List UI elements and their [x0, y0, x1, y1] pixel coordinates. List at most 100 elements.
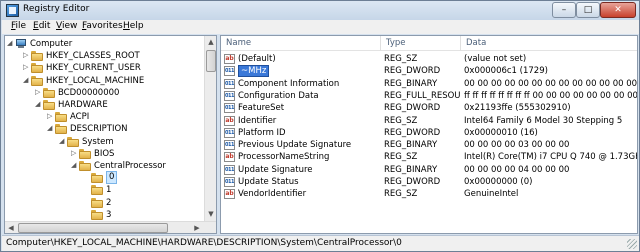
tree-node[interactable]: ▷ BCD00000000: [5, 87, 205, 99]
menu-edit[interactable]: Edit: [33, 21, 50, 31]
value-name-text: FeatureSet: [238, 103, 285, 114]
value-name-text: (Default): [238, 54, 276, 64]
rename-field[interactable]: ~MHz: [238, 65, 270, 78]
tree-node-label: 0: [106, 171, 118, 185]
value-row[interactable]: 011 Previous Update Signature REG_BINARY 00…: [221, 139, 637, 151]
tree-node[interactable]: ◢ CentralProcessor: [5, 160, 205, 172]
window-title: Registry Editor: [23, 4, 90, 14]
value-name[interactable]: ~MHz: [238, 65, 380, 78]
value-name-text: Update Signature: [238, 164, 313, 175]
collapse-arrow-icon[interactable]: ◢: [47, 125, 54, 132]
tree-node[interactable]: ◢ System: [5, 136, 205, 148]
title-bar[interactable]: Registry Editor – □ ✕: [1, 1, 639, 20]
value-row[interactable]: ab VendorIdentifier REG_SZ GenuineIntel: [221, 188, 637, 200]
resize-grip-icon[interactable]: [627, 239, 637, 249]
expand-arrow-icon[interactable]: ▷: [47, 113, 54, 120]
value-data: 00 00 00 00 04 00 00 00: [464, 164, 570, 175]
menu-view[interactable]: View: [56, 21, 77, 31]
value-name: Update Status: [238, 176, 380, 188]
tree-node[interactable]: ▷ HKEY_CLASSES_ROOT: [5, 50, 205, 62]
tree-node[interactable]: 3: [5, 209, 205, 221]
tree-node[interactable]: 0: [5, 171, 205, 185]
value-type: REG_SZ: [384, 115, 418, 126]
tree-node[interactable]: ◢ HARDWARE: [5, 99, 205, 111]
value-row[interactable]: 011 ~MHz REG_DWORD 0x000006c1 (1729): [221, 65, 637, 78]
maximize-button[interactable]: □: [576, 2, 600, 18]
folder-icon: [31, 63, 43, 74]
expand-arrow-icon[interactable]: ▷: [23, 52, 30, 59]
scroll-thumb-horizontal[interactable]: [18, 223, 168, 233]
value-row[interactable]: ab (Default) REG_SZ (value not set): [221, 53, 637, 65]
value-type: REG_BINARY: [384, 140, 438, 151]
scroll-down-icon[interactable]: ▼: [205, 208, 216, 220]
menu-help[interactable]: Help: [123, 21, 144, 31]
value-row[interactable]: 011 Update Status REG_DWORD 0x00000000 (0): [221, 176, 637, 188]
key-tree-pane[interactable]: ◢ Computer ▷ HKEY_CLASSES_ROOT ▷ HKEY_CURRENT…: [4, 35, 217, 234]
scroll-up-icon[interactable]: ▲: [205, 36, 216, 48]
tree-node-label: HARDWARE: [58, 100, 108, 110]
tree-node-label: HKEY_LOCAL_MACHINE: [46, 75, 145, 86]
value-type: REG_FULL_RESOU...: [384, 90, 460, 101]
tree-node[interactable]: 2: [5, 197, 205, 209]
value-data: 0x00000010 (16): [464, 127, 538, 138]
value-type: REG_SZ: [384, 54, 418, 64]
column-header-data[interactable]: Data: [461, 36, 637, 51]
value-row[interactable]: ab Identifier REG_SZ Intel64 Family 6 Model…: [221, 115, 637, 127]
column-header-type[interactable]: Type: [381, 36, 461, 51]
value-row[interactable]: 011 Component Information REG_BINARY 00 00 …: [221, 78, 638, 90]
expand-arrow-icon[interactable]: ▷: [23, 64, 30, 71]
scroll-thumb[interactable]: [206, 50, 216, 72]
value-row[interactable]: ab ProcessorNameString REG_SZ Intel(R) Core…: [221, 151, 638, 163]
binary-value-icon: 011: [224, 164, 235, 175]
minimize-button[interactable]: –: [552, 2, 576, 18]
tree-node[interactable]: ◢ Computer: [5, 38, 205, 50]
value-name-text: Identifier: [238, 115, 277, 126]
tree-node[interactable]: 1: [5, 184, 205, 196]
value-data: 00 00 00 00 00 00 00 00 00 00 00 00 00 0…: [464, 78, 638, 89]
string-value-icon: ab: [224, 54, 235, 64]
values-list-pane[interactable]: Name Type Data ab (Default) REG_SZ (value n…: [220, 35, 638, 234]
folder-icon: [91, 173, 103, 184]
collapse-arrow-icon[interactable]: ◢: [71, 162, 78, 169]
collapse-arrow-icon[interactable]: ◢: [35, 101, 42, 108]
value-data: 0x21193ffe (555302910): [464, 103, 571, 114]
value-name: Identifier: [238, 115, 380, 127]
folder-icon: [79, 148, 91, 159]
value-name-text: Update Status: [238, 177, 299, 187]
folder-icon: [31, 51, 43, 62]
collapse-arrow-icon[interactable]: ◢: [59, 137, 66, 145]
value-row[interactable]: 011 Update Signature REG_BINARY 00 00 00 00…: [221, 164, 637, 176]
tree-node[interactable]: ▷ HKEY_CURRENT_USER: [5, 62, 205, 74]
close-button[interactable]: ✕: [600, 2, 636, 18]
tree-node[interactable]: ▷ BIOS: [5, 148, 205, 160]
scroll-right-icon[interactable]: ▶: [191, 222, 203, 233]
value-type: REG_BINARY: [384, 164, 438, 175]
tree-horizontal-scrollbar[interactable]: ◀ ▶: [5, 221, 216, 233]
tree-node[interactable]: ◢ HKEY_LOCAL_MACHINE: [5, 75, 205, 87]
value-name: (Default): [238, 53, 380, 65]
tree-node[interactable]: ▷ ACPI: [5, 111, 205, 123]
menu-file[interactable]: File: [11, 21, 26, 31]
value-row[interactable]: 011 Platform ID REG_DWORD 0x00000010 (16): [221, 127, 637, 139]
tree-node-label: 1: [106, 185, 112, 196]
collapse-arrow-icon[interactable]: ◢: [23, 76, 30, 84]
binary-value-icon: 011: [224, 66, 235, 77]
tree-vertical-scrollbar[interactable]: ▲ ▼: [204, 36, 216, 221]
computer-icon: [15, 39, 27, 49]
value-data: Intel(R) Core(TM) i7 CPU Q 740 @ 1.73GHz: [464, 152, 638, 163]
column-header-name[interactable]: Name: [221, 36, 381, 51]
registry-editor-window: Registry Editor – □ ✕ File Edit View Fav…: [0, 0, 640, 252]
scroll-left-icon[interactable]: ◀: [5, 222, 17, 233]
tree-node[interactable]: ◢ DESCRIPTION: [5, 123, 205, 135]
value-row[interactable]: 011 FeatureSet REG_DWORD 0x21193ffe (555302…: [221, 102, 637, 114]
collapse-arrow-icon[interactable]: ◢: [7, 40, 14, 47]
value-row[interactable]: 011Configuration Data REG_FULL_RESOU... ff…: [221, 90, 637, 102]
expand-arrow-icon[interactable]: ▷: [71, 149, 78, 157]
string-value-icon: ab: [224, 189, 235, 200]
menu-favorites[interactable]: Favorites: [82, 21, 123, 31]
expand-arrow-icon[interactable]: ▷: [35, 88, 42, 96]
value-name-text: Configuration Data: [238, 90, 319, 101]
value-type: REG_DWORD: [384, 127, 441, 138]
binary-value-icon: 011: [224, 177, 235, 187]
value-name: FeatureSet: [238, 102, 380, 114]
